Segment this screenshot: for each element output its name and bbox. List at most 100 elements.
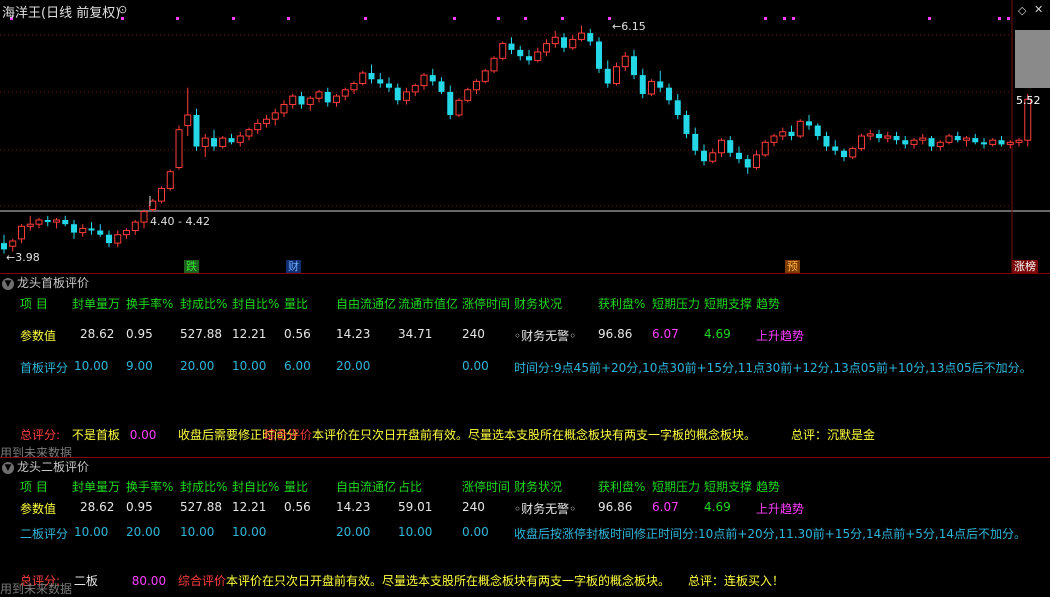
- header-cell-5: 量比: [284, 480, 309, 494]
- candle-body-116: [1015, 139, 1023, 143]
- header-cell-4: 封自比%: [232, 297, 280, 311]
- candle-body-7: [62, 220, 69, 225]
- candle-body-112: [981, 142, 987, 145]
- candle-body-49: [429, 75, 436, 82]
- candle-body-68: [596, 41, 602, 69]
- score-cell-4: 6.00: [284, 359, 311, 373]
- candle-body-115: [1006, 141, 1014, 145]
- param-cell-12: 上升趋势: [756, 502, 805, 516]
- marker-limit-up-list[interactable]: 涨榜: [1012, 260, 1038, 273]
- panel2-title: 龙头二板评价: [17, 460, 90, 474]
- top-marker-dot-4: [287, 17, 290, 20]
- top-marker-dot-8: [524, 17, 527, 20]
- top-marker-dot-3: [232, 17, 235, 20]
- candle-body-110: [963, 137, 970, 141]
- top-marker-dot-15: [998, 17, 1001, 20]
- param-cell-4: 0.56: [284, 500, 311, 514]
- close-icon[interactable]: ✕: [1034, 3, 1043, 16]
- param-cell-9: 96.86: [598, 500, 633, 514]
- candle-body-38: [333, 95, 340, 103]
- candle-body-47: [411, 85, 419, 93]
- panel1-note: 收盘后需要修正时间分综合评价本评价在只次日开盘前有效。尽量选本支股所在概念板块有…: [178, 426, 756, 443]
- header-cell-11: 短期压力: [652, 480, 701, 494]
- param-cell-1: 0.95: [126, 500, 153, 514]
- candle-body-28: [245, 129, 253, 137]
- candle-body-35: [306, 97, 314, 105]
- collapse-icon[interactable]: ▼: [2, 461, 14, 474]
- header-cell-12: 短期支撑: [704, 297, 753, 311]
- header-cell-11: 短期压力: [652, 297, 701, 311]
- panel2-title-bar[interactable]: ▼ 龙头二板评价: [0, 459, 89, 475]
- score-cell-6: 0.00: [462, 525, 489, 539]
- marker-forecast[interactable]: 预: [785, 260, 800, 273]
- candle-body-5: [44, 220, 51, 223]
- overall-eval-label: 综合评价: [178, 574, 227, 588]
- panel2-note: 综合评价本评价在只次日开盘前有效。尽量选本支股所在概念板块有两支一字板的概念板块…: [178, 572, 670, 589]
- candle-body-4: [35, 219, 43, 225]
- header-cell-1: 封单量万: [72, 480, 121, 494]
- top-marker-dot-1: [121, 17, 124, 20]
- param-cell-2: 527.88: [180, 327, 222, 341]
- overall-eval-label: 综合评价: [264, 428, 313, 442]
- candle-body-52: [455, 99, 463, 116]
- panel1-title-bar[interactable]: ▼ 龙头首板评价: [0, 275, 89, 291]
- high-price-value: 6.15: [621, 20, 646, 33]
- collapse-icon[interactable]: ▼: [2, 277, 14, 290]
- candle-body-103: [902, 140, 909, 145]
- chart-settings-icon[interactable]: ⊙: [118, 3, 127, 16]
- header-cell-5: 量比: [284, 297, 309, 311]
- top-marker-dot-10: [608, 17, 611, 20]
- candle-body-62: [543, 43, 550, 53]
- candle-body-87: [761, 141, 769, 156]
- high-price-label: ←6.15: [612, 20, 646, 33]
- candle-body-43: [377, 79, 384, 84]
- candle-body-64: [561, 37, 567, 48]
- score-label: 二板评分: [20, 527, 69, 541]
- candle-body-113: [989, 139, 997, 145]
- candle-body-45: [394, 87, 401, 101]
- param-cell-7: 240: [462, 500, 485, 514]
- panel1-verdict: 总评：沉默是金: [791, 428, 876, 442]
- score-cell-5: 10.00: [398, 525, 433, 539]
- candle-body-80: [701, 150, 707, 162]
- param-cell-2: 527.88: [180, 500, 222, 514]
- candle-body-99: [866, 133, 874, 137]
- top-marker-dot-7: [497, 17, 500, 20]
- score-cell-2: 20.00: [180, 359, 215, 373]
- marker-finance[interactable]: 财: [286, 260, 301, 273]
- param-cell-4: 0.56: [284, 327, 311, 341]
- candle-body-71: [621, 55, 629, 68]
- candle-body-27: [236, 135, 244, 143]
- candle-body-40: [350, 83, 358, 91]
- header-cell-13: 趋势: [756, 480, 781, 494]
- candlestick-chart[interactable]: [0, 0, 1050, 273]
- candle-body-42: [368, 73, 375, 80]
- top-marker-dot-2: [176, 17, 179, 20]
- candle-body-34: [298, 96, 305, 105]
- candle-body-58: [508, 43, 515, 50]
- candle-body-85: [744, 159, 751, 168]
- top-marker-dot-16: [1007, 17, 1010, 20]
- total-score: 80.00: [131, 574, 167, 588]
- candle-body-83: [727, 140, 734, 153]
- candle-body-79: [692, 133, 699, 151]
- score-cell-4: 20.00: [336, 525, 371, 539]
- param-cell-3: 12.21: [232, 500, 267, 514]
- candle-body-2: [18, 225, 25, 240]
- panel1-total-row: 总评分: 不是首板 0.00: [20, 426, 156, 443]
- candle-body-107: [936, 141, 944, 148]
- candle-body-65: [569, 38, 577, 49]
- candle-body-12: [106, 234, 112, 244]
- candle-body-106: [928, 138, 935, 147]
- total-type: 二板: [73, 574, 98, 588]
- param-label: 参数值: [20, 329, 57, 343]
- marker-fall[interactable]: 跌: [184, 260, 199, 273]
- header-cell-8: 涨停时间: [462, 480, 511, 494]
- validity-note: 本评价在只次日开盘前有效。尽量选本支股所在概念板块有两支一字板的概念板块。: [226, 574, 671, 588]
- param-cell-0: 28.62: [80, 500, 115, 514]
- diamond-icon[interactable]: ◇: [1018, 4, 1026, 17]
- score-cell-1: 20.00: [126, 525, 161, 539]
- candle-body-63: [551, 36, 559, 45]
- score-label: 首板评分: [20, 361, 69, 375]
- candle-body-94: [823, 136, 830, 147]
